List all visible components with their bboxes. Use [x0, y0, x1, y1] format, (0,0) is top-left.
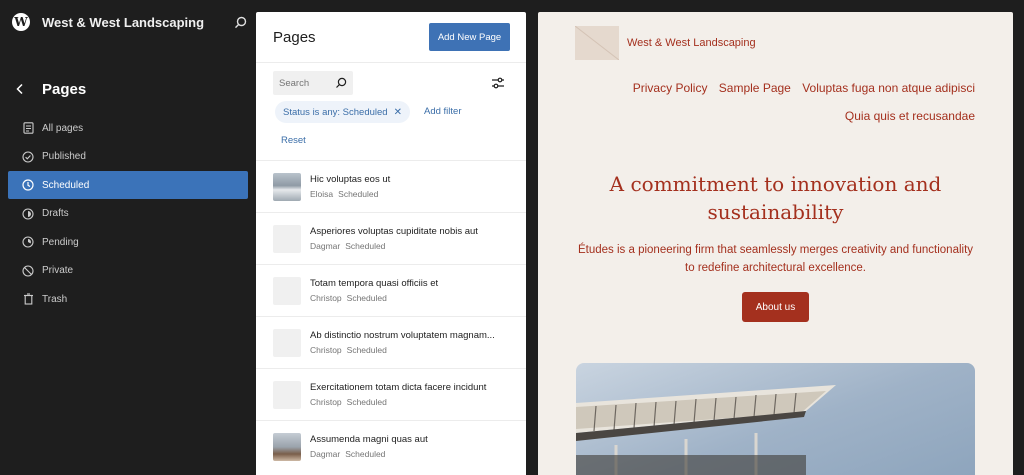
- sidebar-item-label: Trash: [42, 293, 68, 305]
- sidebar-item-trash[interactable]: Trash: [8, 285, 248, 313]
- page-status: Scheduled: [346, 293, 387, 303]
- pages-icon: [22, 122, 34, 134]
- page-thumbnail: [273, 380, 301, 409]
- view-options-icon[interactable]: [491, 76, 505, 90]
- sidebar-item-drafts[interactable]: Drafts: [8, 200, 248, 228]
- page-thumbnail: [273, 328, 301, 357]
- site-logo-placeholder: [575, 26, 619, 60]
- site-preview[interactable]: West & West Landscaping Privacy Policy S…: [538, 12, 1013, 475]
- page-title[interactable]: Ab distinctio nostrum voluptatem magnam.…: [310, 330, 510, 341]
- sidebar-item-label: Published: [42, 151, 86, 162]
- about-us-button: About us: [742, 292, 809, 322]
- page-status: Scheduled: [345, 241, 386, 251]
- sidebar-back-row: Pages: [12, 78, 86, 100]
- page-title[interactable]: Hic voluptas eos ut: [310, 174, 510, 185]
- hero-title: A commitment to innovation and sustainab…: [609, 172, 942, 224]
- preview-nav: Privacy Policy Sample Page Voluptas fuga…: [595, 74, 975, 130]
- sidebar-item-label: Pending: [42, 236, 79, 248]
- sidebar-section-title: Pages: [42, 80, 87, 98]
- sidebar-nav: All pages Published Scheduled Drafts Pen…: [8, 114, 248, 314]
- sidebar-item-all-pages[interactable]: All pages: [8, 114, 248, 142]
- search-icon[interactable]: [232, 14, 248, 30]
- page-author: Christop: [310, 293, 342, 303]
- sidebar: W West & West Landscaping Pages All page…: [0, 0, 256, 475]
- page-title[interactable]: Asperiores voluptas cupiditate nobis aut: [310, 226, 510, 237]
- site-title[interactable]: West & West Landscaping: [42, 15, 204, 30]
- sidebar-item-scheduled[interactable]: Scheduled: [8, 171, 248, 199]
- panel-title: Pages: [273, 29, 316, 46]
- sidebar-item-label: Scheduled: [42, 179, 90, 191]
- search-input[interactable]: [279, 77, 333, 89]
- drafts-icon: [22, 207, 34, 220]
- scheduled-icon: [22, 179, 34, 191]
- preview-nav-link: Quia quis et recusandae: [844, 109, 975, 123]
- page-title[interactable]: Totam tempora quasi officiis et: [310, 278, 510, 289]
- add-filter-link[interactable]: Add filter: [424, 106, 462, 117]
- page-author: Dagmar: [310, 449, 341, 459]
- table-row[interactable]: Totam tempora quasi officiis et Christop…: [256, 264, 526, 316]
- filter-chip-label: Status is any: Scheduled: [283, 106, 388, 118]
- table-row[interactable]: Hic voluptas eos ut Eloisa Scheduled: [256, 160, 526, 212]
- site-header: W West & West Landscaping: [12, 11, 248, 33]
- pages-list: Hic voluptas eos ut Eloisa Scheduled Aspe…: [256, 160, 526, 472]
- search-icon[interactable]: [335, 77, 347, 89]
- sidebar-item-pending[interactable]: Pending: [8, 228, 248, 256]
- page-title[interactable]: Exercitationem totam dicta facere incidu…: [310, 382, 510, 393]
- page-status: Scheduled: [346, 345, 387, 355]
- search-field[interactable]: [273, 71, 353, 95]
- preview-nav-link: Sample Page: [718, 81, 791, 95]
- status-filter-chip[interactable]: Status is any: Scheduled ✕: [275, 101, 410, 123]
- page-thumbnail: [273, 432, 301, 461]
- pages-panel: Pages Add New Page Status is any: Schedu…: [256, 12, 526, 475]
- page-author: Dagmar: [310, 241, 341, 251]
- page-thumbnail: [273, 172, 301, 201]
- private-icon: [22, 264, 34, 277]
- chevron-left-icon[interactable]: [12, 81, 28, 97]
- page-author: Eloisa: [310, 189, 334, 199]
- sidebar-item-label: Private: [42, 265, 74, 276]
- sidebar-item-label: All pages: [42, 122, 84, 134]
- page-author: Christop: [310, 345, 342, 355]
- page-status: Scheduled: [346, 397, 387, 407]
- preview-nav-link: Voluptas fuga non atque adipisci: [802, 81, 975, 95]
- published-icon: [22, 150, 34, 163]
- pending-icon: [22, 236, 34, 248]
- hero-image: [576, 363, 975, 475]
- page-thumbnail: [273, 224, 301, 253]
- hero-description: Études is a pioneering firm that seamles…: [578, 244, 974, 274]
- add-new-page-button[interactable]: Add New Page: [429, 23, 510, 51]
- panel-divider: [256, 62, 526, 63]
- table-row[interactable]: Exercitationem totam dicta facere incidu…: [256, 368, 526, 420]
- trash-icon: [22, 293, 34, 305]
- sidebar-item-private[interactable]: Private: [8, 257, 248, 285]
- reset-filters-link[interactable]: Reset: [281, 135, 306, 146]
- table-row[interactable]: Asperiores voluptas cupiditate nobis aut…: [256, 212, 526, 264]
- page-thumbnail: [273, 276, 301, 305]
- page-status: Scheduled: [338, 189, 379, 199]
- preview-nav-link: Privacy Policy: [632, 81, 708, 95]
- page-title[interactable]: Assumenda magni quas aut: [310, 434, 510, 445]
- wordpress-logo-icon[interactable]: W: [12, 13, 30, 31]
- close-icon[interactable]: ✕: [394, 107, 402, 118]
- preview-brand: West & West Landscaping: [627, 37, 756, 49]
- sidebar-item-published[interactable]: Published: [8, 143, 248, 171]
- page-author: Christop: [310, 397, 342, 407]
- sidebar-item-label: Drafts: [42, 208, 69, 219]
- table-row[interactable]: Ab distinctio nostrum voluptatem magnam.…: [256, 316, 526, 368]
- table-row[interactable]: Assumenda magni quas aut Dagmar Scheduled: [256, 420, 526, 472]
- page-status: Scheduled: [345, 449, 386, 459]
